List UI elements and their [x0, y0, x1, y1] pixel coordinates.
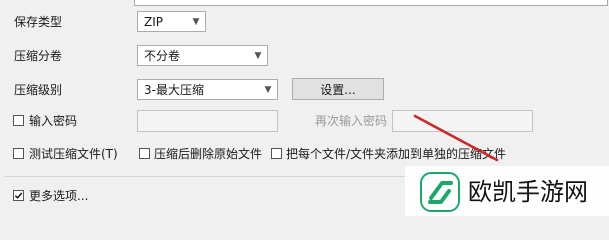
- watermark-text: 欧凯手游网: [468, 178, 588, 206]
- separate-archives-checkbox[interactable]: [271, 148, 282, 159]
- test-archive-checkbox[interactable]: [13, 148, 24, 159]
- top-input-field[interactable]: [134, 0, 608, 6]
- more-options-label: 更多选项...: [29, 189, 89, 203]
- level-label: 压缩级别: [14, 83, 63, 97]
- chevron-down-icon: ▼: [264, 84, 272, 95]
- chevron-down-icon: ▼: [254, 50, 262, 61]
- level-value: 3-最大压缩: [144, 83, 204, 97]
- test-archive-label: 测试压缩文件(T): [29, 147, 118, 161]
- chevron-down-icon: ▼: [192, 16, 200, 27]
- watermark-logo-icon: [420, 172, 460, 212]
- delete-after-label: 压缩后删除原始文件: [154, 147, 263, 161]
- password-checkbox-label: 输入密码: [29, 114, 78, 128]
- format-value: ZIP: [144, 14, 163, 29]
- check-icon: [14, 192, 23, 199]
- delete-after-checkbox[interactable]: [139, 148, 150, 159]
- split-value: 不分卷: [144, 49, 181, 63]
- split-dropdown[interactable]: 不分卷 ▼: [137, 45, 268, 66]
- format-dropdown[interactable]: ZIP ▼: [137, 11, 206, 32]
- settings-button[interactable]: 设置...: [292, 78, 384, 100]
- password-confirm-label: 再次输入密码: [315, 114, 388, 128]
- format-label: 保存类型: [14, 15, 63, 29]
- password-checkbox[interactable]: [13, 115, 24, 126]
- more-options-checkbox[interactable]: [13, 190, 24, 201]
- split-label: 压缩分卷: [14, 49, 63, 63]
- password-input[interactable]: [137, 110, 278, 132]
- annotation-arrow-icon: [413, 114, 499, 162]
- level-dropdown[interactable]: 3-最大压缩 ▼: [137, 79, 278, 100]
